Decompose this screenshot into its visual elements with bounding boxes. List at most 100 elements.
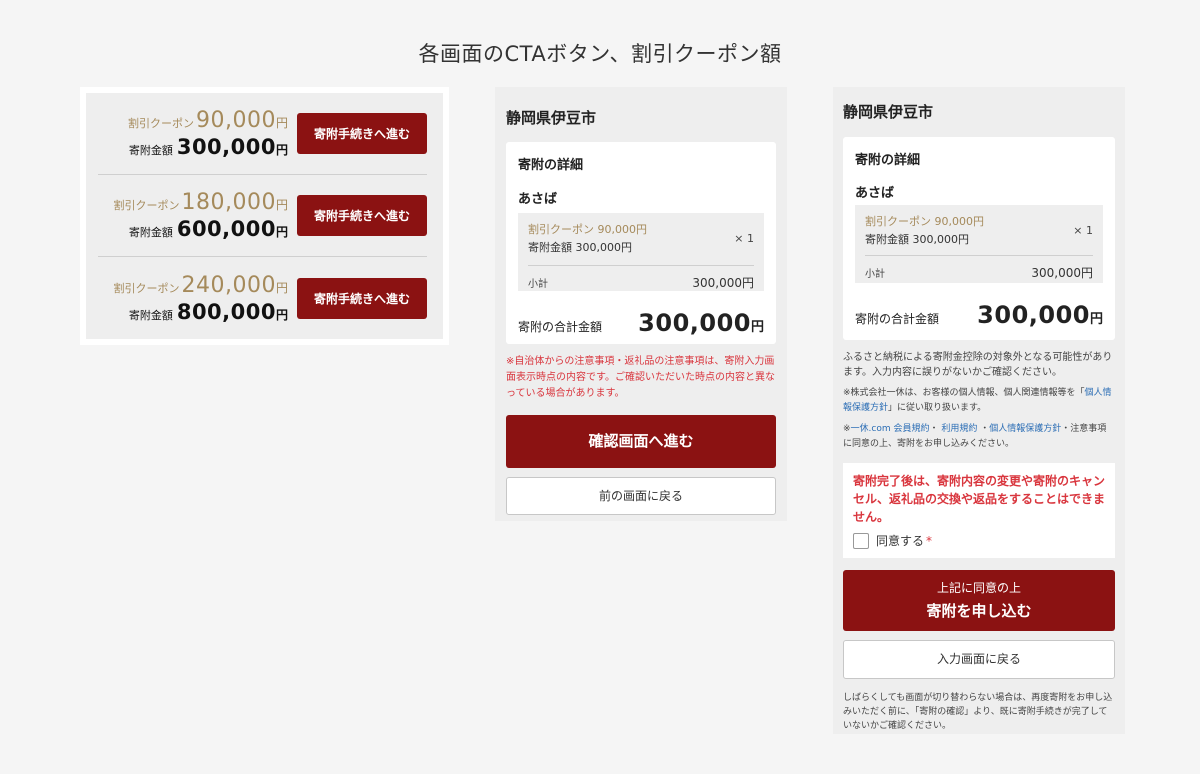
total-row: 寄附の合計金額 300,000円: [855, 301, 1103, 329]
proceed-confirm-button[interactable]: 確認画面へ進む: [506, 415, 776, 468]
donation-amount: 600,000: [176, 217, 276, 241]
total-row: 寄附の合計金額 300,000円: [518, 309, 764, 337]
item-quantity: × 1: [734, 231, 754, 245]
tax-deduction-note: ふるさと納税による寄附金控除の対象外となる可能性があります。入力内容に誤りがない…: [843, 352, 1113, 378]
agree-label: 同意する *: [876, 532, 932, 549]
item-name: あさば: [518, 192, 558, 207]
coupon-amount: 240,000: [181, 272, 276, 298]
cta-amounts: 割引クーポン 90,000 円 寄附金額 300,000 円: [98, 108, 288, 159]
item-coupon: 割引クーポン 90,000円: [865, 215, 984, 228]
privacy-note: ※株式会社一休は、お客様の個人情報、個人関連情報等を「個人情報保護方針」に従い取…: [843, 386, 1115, 416]
terms-sep: ・: [929, 424, 942, 434]
coupon-label: 割引クーポン: [128, 117, 194, 130]
agree-row: 同意する *: [853, 532, 1105, 549]
cta-row: 割引クーポン 180,000 円 寄附金額 600,000 円 寄附手続きへ進む: [98, 175, 427, 257]
donation-line: 寄附金額 800,000 円: [129, 300, 288, 324]
subtotal-row: 小計 300,000円: [865, 255, 1093, 281]
cta-row: 割引クーポン 90,000 円 寄附金額 300,000 円 寄附手続きへ進む: [98, 93, 427, 175]
donation-line: 寄附金額 600,000 円: [129, 217, 288, 241]
terms-note: ※一休.com 会員規約・ 利用規約 ・個人情報保護方針・注意事項に同意の上、寄…: [843, 422, 1115, 452]
cta-list-panel: 割引クーポン 90,000 円 寄附金額 300,000 円 寄附手続きへ進む …: [80, 87, 449, 345]
item-name: あさば: [855, 186, 895, 201]
subtotal-value: 300,000円: [692, 276, 754, 290]
coupon-unit: 円: [275, 280, 288, 295]
privacy-note-prefix: ※株式会社一休は、お客様の個人情報、個人関連情報等を「: [843, 388, 1085, 398]
coupon-line: 割引クーポン 180,000 円: [114, 190, 289, 215]
donation-unit: 円: [275, 225, 288, 239]
cta-row: 割引クーポン 240,000 円 寄附金額 800,000 円 寄附手続きへ進む: [98, 257, 427, 339]
terms-sep: ・: [977, 424, 990, 434]
submit-donation-button[interactable]: 上記に同意の上 寄附を申し込む: [843, 570, 1115, 631]
coupon-amount: 90,000: [196, 108, 276, 133]
proceed-donation-button[interactable]: 寄附手続きへ進む: [297, 113, 427, 154]
proceed-donation-button[interactable]: 寄附手続きへ進む: [297, 277, 427, 319]
agree-text: 同意する: [876, 534, 925, 548]
cancellation-warning: 寄附完了後は、寄附内容の変更や寄附のキャンセル、返礼品の交換や返品をすることはで…: [853, 474, 1106, 524]
back-button[interactable]: 前の画面に戻る: [506, 477, 776, 515]
subtotal-value: 300,000円: [1031, 266, 1093, 280]
donation-unit: 円: [275, 143, 288, 157]
item-amount: 寄附金額 300,000円: [865, 233, 969, 246]
donation-amount: 800,000: [176, 299, 276, 324]
caution-note: ※自治体からの注意事項・返礼品の注意事項は、寄附入力画面表示時点の内容です。ご確…: [506, 356, 775, 399]
cta-amounts: 割引クーポン 240,000 円 寄附金額 800,000 円: [98, 273, 289, 324]
cta-amounts: 割引クーポン 180,000 円 寄附金額 600,000 円: [98, 190, 289, 241]
privacy-note-suffix: 」に従い取り扱います。: [888, 403, 987, 413]
total-value: 300,000: [977, 301, 1090, 329]
subtotal-label: 小計: [528, 279, 548, 290]
total-label: 寄附の合計金額: [855, 312, 940, 326]
item-box: 割引クーポン 90,000円 寄附金額 300,000円 × 1 小計 300,…: [855, 205, 1103, 283]
item-top: 割引クーポン 90,000円 寄附金額 300,000円 × 1: [528, 221, 754, 255]
proceed-donation-button[interactable]: 寄附手続きへ進む: [297, 195, 427, 236]
donation-unit: 円: [275, 307, 288, 322]
cancellation-warning-box: 寄附完了後は、寄附内容の変更や寄附のキャンセル、返礼品の交換や返品をすることはで…: [843, 463, 1115, 558]
total-amount: 300,000円: [977, 301, 1103, 329]
coupon-amount: 180,000: [181, 190, 276, 215]
donation-line: 寄附金額 300,000 円: [129, 135, 288, 159]
total-value: 300,000: [638, 309, 751, 337]
item-quantity: × 1: [1073, 223, 1093, 237]
duplicate-warning-note: しばらくしても画面が切り替わらない場合は、再度寄附をお申し込みいただく前に、「寄…: [843, 693, 1113, 731]
item-coupon: 割引クーポン 90,000円: [528, 223, 647, 236]
page-title: 各画面のCTAボタン、割引クーポン額: [418, 42, 782, 66]
coupon-label: 割引クーポン: [113, 199, 180, 212]
total-label: 寄附の合計金額: [518, 320, 603, 334]
donation-label: 寄附金額: [128, 144, 173, 157]
required-mark: *: [926, 534, 933, 548]
total-amount: 300,000円: [638, 309, 764, 337]
coupon-label: 割引クーポン: [113, 281, 180, 295]
submit-screen-panel: 静岡県伊豆市 寄附の詳細 あさば 割引クーポン 90,000円 寄附金額 300…: [833, 87, 1125, 734]
coupon-unit: 円: [275, 116, 288, 130]
detail-title: 寄附の詳細: [518, 158, 584, 173]
subtotal-label: 小計: [865, 269, 885, 280]
member-terms-link[interactable]: 一休.com 会員規約: [851, 424, 930, 434]
coupon-line: 割引クーポン 90,000 円: [128, 108, 288, 133]
total-unit: 円: [750, 320, 764, 335]
donation-label: 寄附金額: [128, 226, 173, 239]
terms-note-prefix: ※: [843, 424, 851, 434]
city-name: 静岡県伊豆市: [506, 109, 597, 127]
confirm-screen-panel: 静岡県伊豆市 寄附の詳細 あさば 割引クーポン 90,000円 寄附金額 300…: [495, 87, 787, 521]
item-amount: 寄附金額 300,000円: [528, 241, 632, 254]
item-box: 割引クーポン 90,000円 寄附金額 300,000円 × 1 小計 300,…: [518, 213, 764, 291]
city-name: 静岡県伊豆市: [843, 103, 934, 121]
total-unit: 円: [1089, 312, 1103, 327]
cta-list: 割引クーポン 90,000 円 寄附金額 300,000 円 寄附手続きへ進む …: [86, 93, 443, 339]
agree-checkbox[interactable]: [853, 532, 869, 549]
submit-button-subtext: 上記に同意の上: [936, 581, 1021, 595]
item-info: 割引クーポン 90,000円 寄附金額 300,000円: [528, 221, 647, 255]
item-info: 割引クーポン 90,000円 寄附金額 300,000円: [865, 213, 984, 247]
donation-detail-card: 寄附の詳細 あさば 割引クーポン 90,000円 寄附金額 300,000円 ×…: [843, 137, 1115, 340]
donation-label: 寄附金額: [128, 308, 173, 322]
coupon-line: 割引クーポン 240,000 円: [114, 273, 289, 298]
donation-detail-card: 寄附の詳細 あさば 割引クーポン 90,000円 寄附金額 300,000円 ×…: [506, 142, 776, 344]
subtotal-row: 小計 300,000円: [528, 265, 754, 291]
donation-amount: 300,000: [176, 135, 276, 159]
coupon-unit: 円: [275, 198, 288, 212]
privacy-policy-link[interactable]: 個人情報保護方針: [989, 424, 1061, 434]
submit-button-label: 寄附を申し込む: [926, 602, 1032, 620]
back-to-input-button[interactable]: 入力画面に戻る: [843, 640, 1115, 679]
item-top: 割引クーポン 90,000円 寄附金額 300,000円 × 1: [865, 213, 1093, 247]
detail-title: 寄附の詳細: [855, 153, 921, 168]
terms-of-use-link[interactable]: 利用規約: [941, 424, 977, 434]
